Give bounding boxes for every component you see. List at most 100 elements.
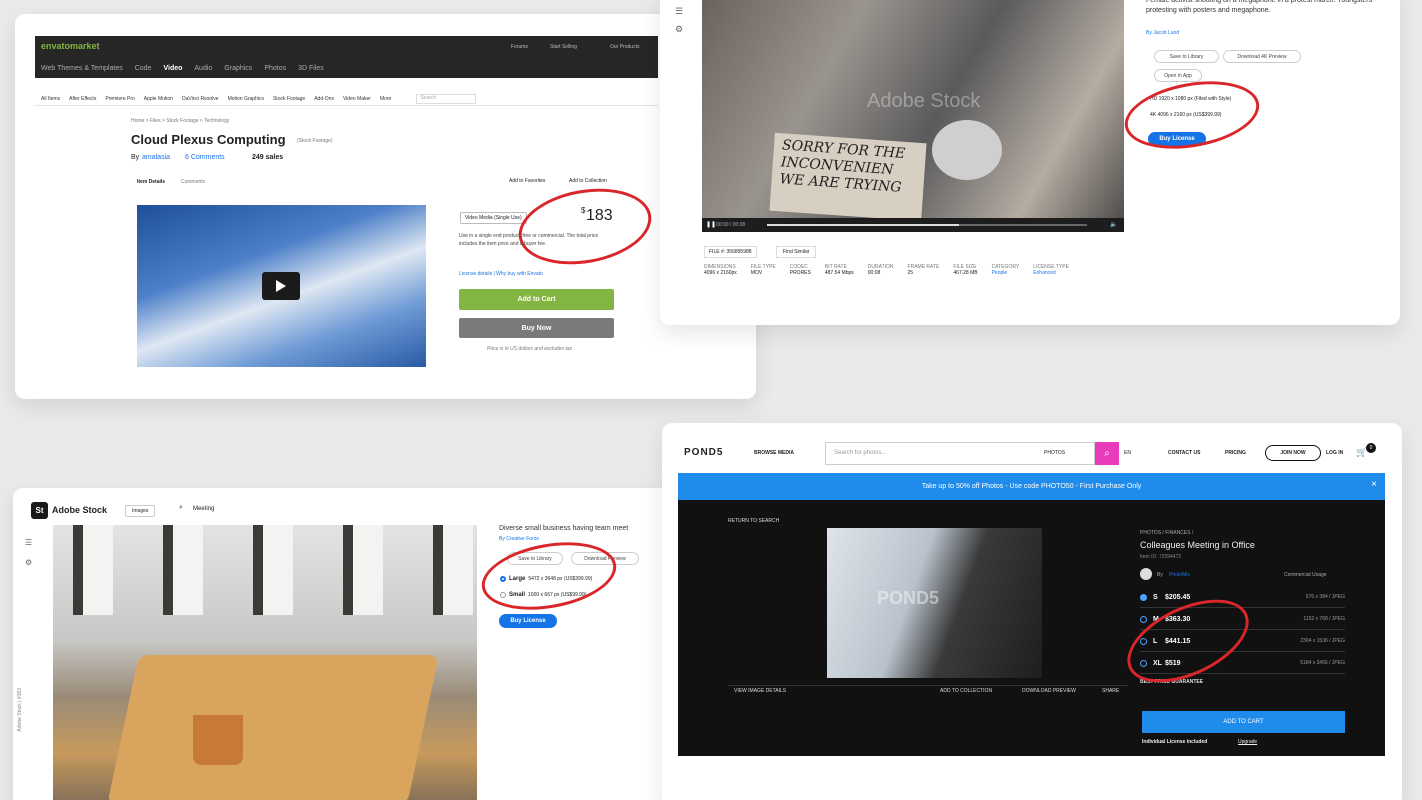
browse-media-menu[interactable]: BROWSE MEDIA	[754, 450, 794, 456]
author-link[interactable]: PhotoMix	[1169, 572, 1190, 578]
window	[253, 525, 293, 615]
add-to-cart-button[interactable]: ADD TO CART	[1142, 711, 1345, 733]
return-to-search-link[interactable]: RETURN TO SEARCH	[728, 518, 779, 524]
close-icon[interactable]: ×	[1371, 479, 1377, 490]
filter-icon[interactable]: ☰	[25, 538, 32, 547]
category-breadcrumb: PHOTOS / FINANCES /	[1140, 530, 1194, 536]
search-input[interactable]: Search for photos...	[834, 450, 886, 456]
author-link[interactable]: By Creative Force	[499, 536, 539, 542]
add-to-collection-link[interactable]: Add to Collection	[569, 178, 607, 184]
video-preview[interactable]	[137, 205, 426, 367]
sub-nav-item[interactable]: Add-Ons	[314, 96, 334, 102]
envato-link-our-products[interactable]: Our Products	[610, 44, 639, 50]
price-row-s[interactable]: S $205.45 576 x 384 / JPEG	[1140, 587, 1345, 608]
envato-logo[interactable]: envatomarket	[41, 41, 100, 51]
language-select[interactable]: EN	[1124, 450, 1131, 456]
scrubber[interactable]	[767, 224, 1087, 226]
search-scope-select[interactable]: Images	[125, 505, 156, 517]
add-to-collection-link[interactable]: ADD TO COLLECTION	[940, 688, 992, 694]
share-link[interactable]: SHARE	[1102, 688, 1119, 694]
license-details-link[interactable]: License details | Why buy with Envato	[459, 271, 543, 277]
nav-3d-files[interactable]: 3D Files	[298, 65, 324, 72]
meeting-image-preview[interactable]	[53, 525, 477, 800]
author-prefix: By	[131, 154, 140, 161]
sub-nav-item[interactable]: Motion Graphics	[228, 96, 264, 102]
tab-item-details[interactable]: Item Details	[137, 179, 165, 185]
radio-selected[interactable]	[1140, 593, 1147, 601]
video-time: 00:00 / 00:08	[716, 222, 746, 228]
settings-icon[interactable]: ⚙	[25, 558, 32, 567]
sub-nav-item[interactable]: After Effects	[69, 96, 96, 102]
envato-search-input[interactable]: Search	[416, 93, 477, 104]
annotation-circle	[512, 178, 658, 275]
item-title: Cloud Plexus Computing	[131, 132, 286, 147]
adobe-stock-logo-mark[interactable]: St	[31, 502, 48, 519]
sub-nav-item[interactable]: Stock Footage	[273, 96, 305, 102]
buy-license-button[interactable]: Buy License	[499, 614, 557, 628]
find-similar-button[interactable]: Find Similar	[776, 246, 817, 258]
sub-nav-item[interactable]: DaVinci Resolve	[182, 96, 219, 102]
file-number: FILE #: 356895988	[704, 246, 757, 258]
watermark: Adobe Stock	[867, 90, 981, 112]
size-dimensions: 1152 x 768 / JPEG	[1303, 616, 1345, 622]
comments-link[interactable]: 6 Comments	[185, 154, 225, 161]
buy-now-button[interactable]: Buy Now	[459, 318, 614, 338]
download-preview-link[interactable]: DOWNLOAD PREVIEW	[1022, 688, 1076, 694]
search-input[interactable]: Meeting	[193, 506, 214, 512]
nav-web-themes[interactable]: Web Themes & Templates	[41, 65, 123, 72]
search-scope-select[interactable]: PHOTOS	[1044, 450, 1065, 456]
envato-link-start-selling[interactable]: Start Selling	[550, 44, 577, 50]
nav-photos[interactable]: Photos	[264, 65, 286, 72]
sub-nav-item[interactable]: More	[380, 96, 391, 102]
add-to-favorites-link[interactable]: Add to Favorites	[509, 178, 545, 184]
view-details-link[interactable]: VIEW IMAGE DETAILS	[734, 688, 786, 694]
filter-icon[interactable]: ☰	[675, 6, 683, 17]
adobe-stock-logo[interactable]: Adobe Stock	[52, 505, 107, 515]
megaphone	[932, 120, 1002, 180]
image-title: Colleagues Meeting in Office	[1140, 540, 1255, 550]
login-link[interactable]: LOG IN	[1326, 450, 1343, 456]
download-preview-button[interactable]: Download 4K Preview	[1223, 50, 1301, 63]
author-link[interactable]: amalasia	[142, 154, 170, 161]
meta-item: FILE TYPE MOV	[750, 264, 776, 276]
commercial-usage-label[interactable]: Commercial Usage	[1284, 572, 1327, 578]
save-to-library-button[interactable]: Save to Library	[1154, 50, 1219, 63]
license-description: Use in a single end product, free or com…	[459, 233, 599, 247]
nav-graphics[interactable]: Graphics	[224, 65, 252, 72]
settings-icon[interactable]: ⚙	[675, 24, 683, 35]
pause-icon[interactable]: ❚❚	[706, 221, 716, 228]
open-in-app-button[interactable]: Open in App	[1154, 69, 1202, 82]
nav-code[interactable]: Code	[135, 65, 152, 72]
envato-link-forums[interactable]: Forums	[511, 44, 528, 50]
protest-video-preview[interactable]: SORRY FOR THE INCONVENIEN WE ARE TRYING …	[702, 0, 1124, 225]
pond5-logo[interactable]: POND5	[684, 447, 723, 458]
radio[interactable]	[1140, 615, 1147, 623]
pricing-link[interactable]: PRICING	[1225, 450, 1246, 456]
author-link[interactable]: By Jacob Lund	[1146, 30, 1179, 36]
image-preview[interactable]: POND5	[827, 528, 1042, 678]
open-label: Open in App	[1164, 72, 1192, 79]
upgrade-link[interactable]: Upgrade	[1238, 739, 1257, 745]
size-dimensions: 2304 x 1536 / JPEG	[1300, 638, 1345, 644]
search-bar: Search for photos... PHOTOS	[825, 442, 1095, 465]
sub-nav-item[interactable]: Video Maker	[343, 96, 371, 102]
conference-table	[107, 655, 439, 800]
nav-video[interactable]: Video	[163, 65, 182, 72]
contact-link[interactable]: CONTACT US	[1168, 450, 1200, 456]
join-now-button[interactable]: JOIN NOW	[1265, 445, 1321, 461]
volume-icon[interactable]: 🔈	[1110, 221, 1117, 228]
search-button[interactable]: ⌕	[1095, 442, 1119, 465]
play-icon[interactable]	[262, 272, 300, 300]
meta-item: LICENSE TYPE Enhanced	[1033, 264, 1069, 276]
envato-category-nav: Web Themes & Templates Code Video Audio …	[35, 58, 658, 78]
sub-nav-item[interactable]: Apple Motion	[144, 96, 173, 102]
license-select[interactable]: Video Media (Single Use)	[460, 212, 527, 224]
cart-count-badge: 0	[1366, 443, 1376, 453]
search-icon: ⌕	[179, 504, 183, 511]
window	[343, 525, 383, 615]
sub-nav-item[interactable]: All Items	[41, 96, 60, 102]
add-to-cart-button[interactable]: Add to Cart	[459, 289, 614, 310]
nav-audio[interactable]: Audio	[194, 65, 212, 72]
sub-nav-item[interactable]: Premiere Pro	[105, 96, 134, 102]
tab-comments[interactable]: Comments	[181, 179, 205, 185]
